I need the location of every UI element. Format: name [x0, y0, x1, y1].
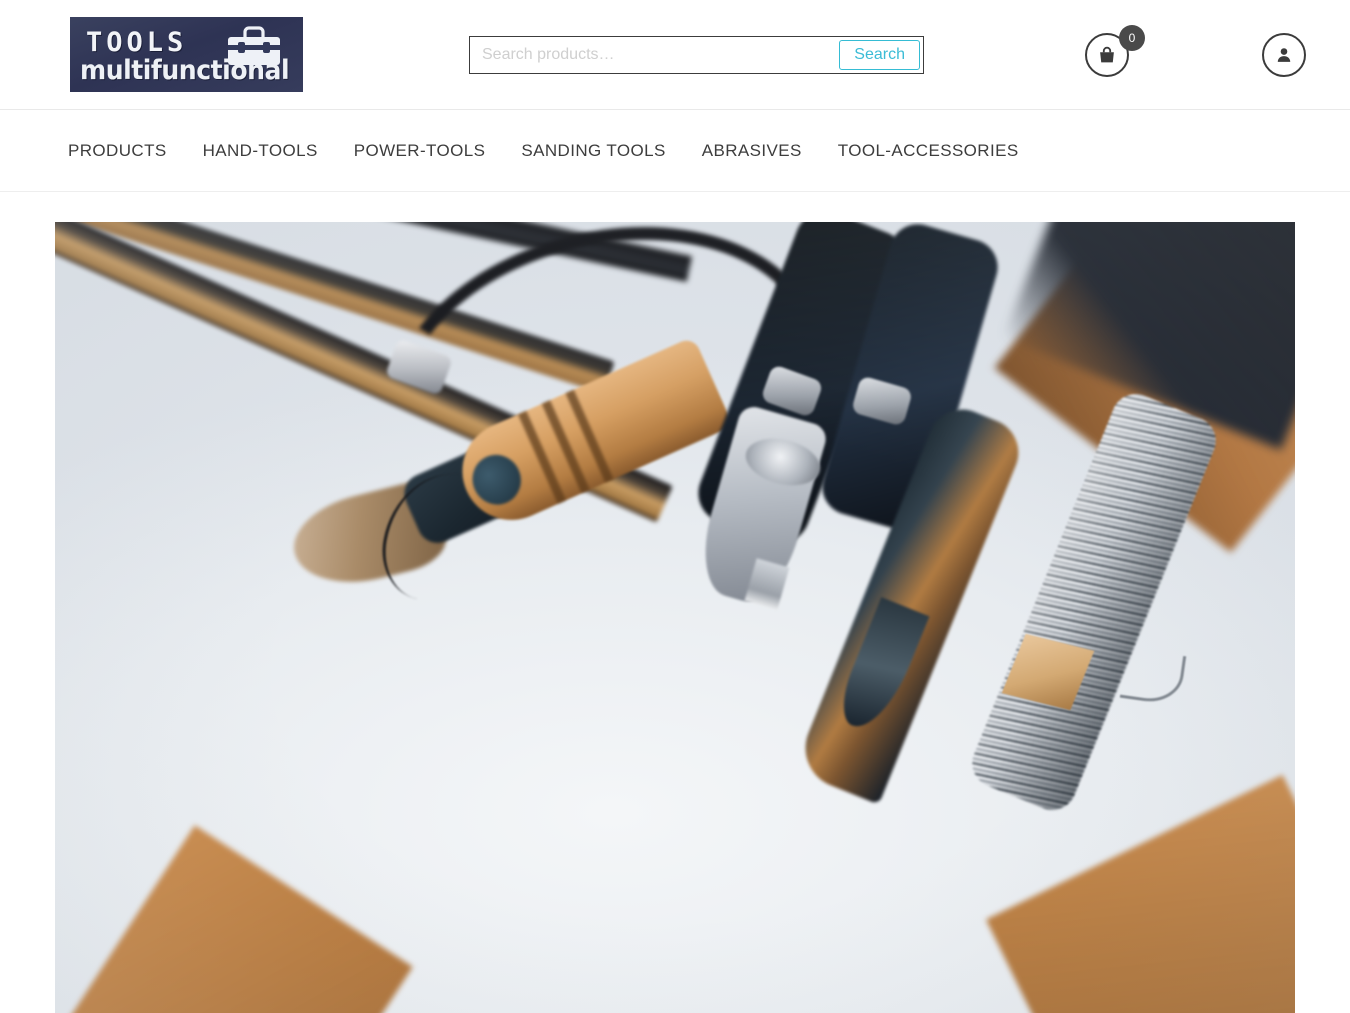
logo-plate: TOOLS multifunctional — [70, 17, 303, 92]
account-button[interactable] — [1262, 33, 1308, 79]
hero-banner[interactable] — [55, 222, 1295, 1013]
nav-link-products[interactable]: PRODUCTS — [68, 141, 167, 161]
site-logo[interactable]: TOOLS multifunctional — [70, 17, 303, 92]
nav-list: PRODUCTS HAND-TOOLS POWER-TOOLS SANDING … — [68, 141, 1019, 161]
nav-link-abrasives[interactable]: ABRASIVES — [702, 141, 802, 161]
nav-link-power-tools[interactable]: POWER-TOOLS — [354, 141, 486, 161]
nav-item-tool-accessories[interactable]: TOOL-ACCESSORIES — [838, 141, 1019, 161]
nav-item-sanding-tools[interactable]: SANDING TOOLS — [521, 141, 665, 161]
nav-item-abrasives[interactable]: ABRASIVES — [702, 141, 802, 161]
primary-navigation: PRODUCTS HAND-TOOLS POWER-TOOLS SANDING … — [0, 110, 1350, 192]
nav-item-hand-tools[interactable]: HAND-TOOLS — [203, 141, 318, 161]
cart-count-badge: 0 — [1119, 25, 1145, 51]
site-header: TOOLS multifunctional Search products… S… — [0, 0, 1350, 110]
nav-item-power-tools[interactable]: POWER-TOOLS — [354, 141, 486, 161]
nav-link-tool-accessories[interactable]: TOOL-ACCESSORIES — [838, 141, 1019, 161]
search-input[interactable] — [470, 37, 840, 73]
nav-link-sanding-tools[interactable]: SANDING TOOLS — [521, 141, 665, 161]
hero-image — [55, 222, 1295, 1013]
toolbox-icon — [223, 24, 285, 75]
hero-section — [0, 192, 1350, 1013]
logo-word-top: TOOLS — [86, 27, 188, 58]
user-icon — [1262, 33, 1306, 77]
cart-button[interactable]: 0 — [1085, 25, 1145, 79]
search-button[interactable]: Search — [839, 40, 920, 70]
photo-handle-end-cap — [464, 447, 529, 513]
product-search-form[interactable]: Search — [469, 36, 924, 74]
nav-link-hand-tools[interactable]: HAND-TOOLS — [203, 141, 318, 161]
nav-item-products[interactable]: PRODUCTS — [68, 141, 167, 161]
